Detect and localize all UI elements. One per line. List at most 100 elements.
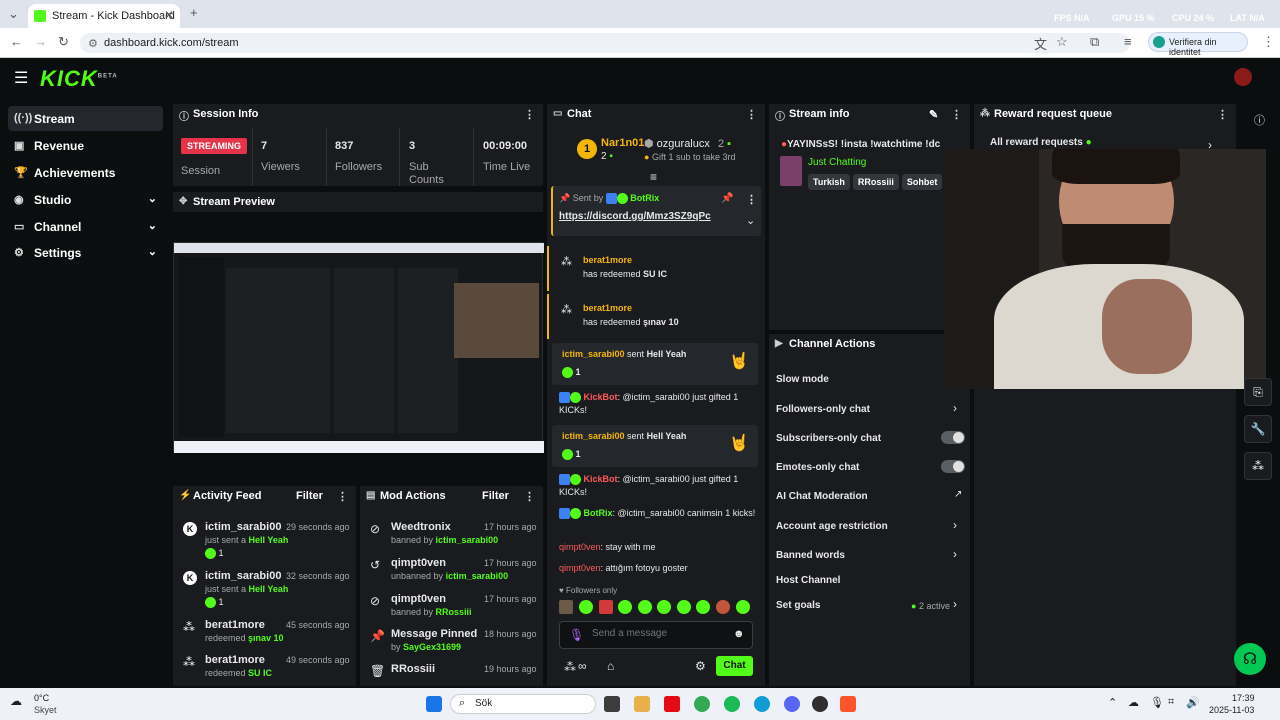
emote-icon[interactable] [677, 600, 691, 614]
account-age-option[interactable]: Account age restriction [776, 521, 888, 532]
reward-dots-icon[interactable]: ⁂ [564, 660, 576, 674]
slow-mode-option[interactable]: Slow mode [776, 374, 829, 385]
sidebar-item-achievements[interactable]: 🏆 Achievements [8, 160, 163, 185]
subscribers-only-toggle[interactable] [941, 431, 965, 444]
sidebar-item-channel[interactable]: ▭ Channel ⌄ [8, 214, 163, 239]
more-options-icon[interactable]: ⋮ [746, 193, 757, 206]
stream-preview-video[interactable] [173, 242, 544, 453]
user-avatar[interactable] [1234, 68, 1252, 86]
chat-username[interactable]: qimpt0ven [559, 563, 601, 573]
mod-action-who[interactable]: RRossiii [436, 607, 472, 617]
sidebar-item-stream[interactable]: ((·)) Stream [8, 106, 163, 131]
extensions-icon[interactable]: ⧉ [1090, 34, 1099, 50]
chevron-right-icon[interactable]: › [953, 401, 957, 415]
spotify-icon[interactable] [724, 696, 740, 712]
kicks-user[interactable]: ictim_sarabi00 [562, 349, 625, 359]
edit-pencil-icon[interactable]: ✎ [929, 108, 938, 121]
more-options-icon[interactable]: ⋮ [1217, 108, 1228, 121]
emote-icon[interactable] [599, 600, 613, 614]
chat-input-box[interactable]: 🎙 ☻ [559, 621, 753, 649]
taskbar-search[interactable]: ⌕ Sök [450, 694, 596, 714]
obs-icon[interactable] [812, 696, 828, 712]
discord-icon[interactable] [784, 696, 800, 712]
forward-icon[interactable]: → [34, 34, 47, 49]
more-options-icon[interactable]: ⋮ [524, 108, 535, 121]
chat-settings-gear-icon[interactable]: ⚙ [695, 659, 706, 673]
site-info-icon[interactable]: ⚙ [88, 37, 98, 50]
chevron-right-icon[interactable]: › [953, 518, 957, 532]
identity-pill[interactable]: Verifiera din identitet [1148, 32, 1248, 57]
chevron-right-icon[interactable]: › [953, 547, 957, 561]
activity-user[interactable]: berat1more [205, 654, 265, 666]
filter-button[interactable]: Filter [482, 490, 509, 502]
onedrive-icon[interactable]: ☁ [1128, 696, 1139, 709]
support-chat-button[interactable]: ☊ [1234, 643, 1266, 675]
chat-username[interactable]: KickBot [584, 474, 618, 484]
emotes-only-toggle[interactable] [941, 460, 965, 473]
task-view-icon[interactable] [604, 696, 620, 712]
info-icon[interactable]: ⓘ [1254, 112, 1265, 128]
emote-icon[interactable] [657, 600, 671, 614]
pinned-link[interactable]: https://discord.gg/Mmz3SZ9qPc [559, 211, 711, 222]
brave-icon[interactable] [840, 696, 856, 712]
address-bar[interactable]: ⚙ dashboard.kick.com/stream [80, 33, 1130, 53]
sidebar-item-revenue[interactable]: ▣ Revenue [8, 133, 163, 158]
tab-list-icon[interactable]: ⌄ [8, 6, 19, 22]
browser-tab[interactable]: Stream - Kick Dashboard ✕ [28, 4, 180, 28]
rail-button-rewards[interactable]: ⁂ [1244, 452, 1272, 480]
tray-chevron-up-icon[interactable]: ⌃ [1108, 696, 1117, 709]
activity-user[interactable]: ictim_sarabi00 [205, 570, 281, 582]
ai-moderation-option[interactable]: AI Chat Moderation [776, 491, 868, 502]
microphone-icon[interactable]: 🎙 [569, 628, 584, 642]
redeem-user[interactable]: berat1more [583, 303, 632, 313]
top-gifter-name[interactable]: Nar1n01 [601, 137, 644, 149]
emoji-icon[interactable]: ☻ [733, 628, 745, 640]
volume-icon[interactable]: 🔊 [1186, 696, 1200, 709]
set-goals-option[interactable]: Set goals [776, 600, 820, 611]
chat-filter-icon[interactable]: ≡ [650, 170, 657, 184]
hamburger-menu-icon[interactable]: ☰ [14, 68, 28, 88]
kick-logo[interactable]: KICKBETA [40, 66, 118, 92]
chat-username[interactable]: BotRix [584, 508, 613, 518]
mod-action-who[interactable]: SayGex31699 [403, 642, 461, 652]
weather-temp[interactable]: 0°C [34, 693, 49, 703]
infinity-icon[interactable]: ∞ [578, 659, 587, 673]
filter-button[interactable]: Filter [296, 490, 323, 502]
rail-button-link[interactable]: ⎘ [1244, 378, 1272, 406]
second-gifter-name[interactable]: ozguralucx [657, 138, 710, 150]
emote-icon[interactable] [579, 600, 593, 614]
close-tab-icon[interactable]: ✕ [164, 8, 174, 22]
back-icon[interactable]: ← [10, 34, 23, 49]
mic-tray-icon[interactable]: 🎙 [1150, 696, 1164, 709]
translate-icon[interactable]: 文 [1034, 34, 1047, 53]
bookmark-star-icon[interactable]: ☆ [1056, 34, 1068, 50]
chat-username[interactable]: KickBot [584, 392, 618, 402]
rail-button-tools[interactable]: 🔧 [1244, 415, 1272, 443]
network-icon[interactable]: ⌗ [1168, 696, 1174, 709]
emote-icon[interactable] [716, 600, 730, 614]
sidebar-item-studio[interactable]: ◉ Studio ⌄ [8, 187, 163, 212]
store-icon[interactable]: ⌂ [607, 659, 614, 673]
kicks-user[interactable]: ictim_sarabi00 [562, 431, 625, 441]
chrome-icon[interactable] [694, 696, 710, 712]
pinned-user[interactable]: BotRix [630, 193, 659, 203]
emote-icon[interactable] [736, 600, 750, 614]
activity-user[interactable]: berat1more [205, 619, 265, 631]
reading-list-icon[interactable]: ≡ [1124, 34, 1132, 49]
banned-words-option[interactable]: Banned words [776, 550, 845, 561]
category-name[interactable]: Just Chatting [808, 157, 866, 168]
unpin-icon[interactable]: 📌 [721, 193, 733, 204]
chevron-down-icon[interactable]: ⌄ [746, 214, 755, 227]
emote-icon[interactable] [559, 600, 573, 614]
more-options-icon[interactable]: ⋮ [524, 490, 535, 503]
chat-message-input[interactable] [592, 628, 722, 639]
new-tab-icon[interactable]: + [190, 5, 198, 20]
category-thumbnail[interactable] [780, 156, 802, 186]
followers-only-option[interactable]: Followers-only chat [776, 404, 870, 415]
more-options-icon[interactable]: ⋮ [951, 108, 962, 121]
emote-icon[interactable] [638, 600, 652, 614]
chevron-right-icon[interactable]: › [953, 597, 957, 611]
mod-action-who[interactable]: ictim_sarabi00 [436, 535, 499, 545]
activity-user[interactable]: ictim_sarabi00 [205, 521, 281, 533]
clock-date[interactable]: 2025-11-03 [1209, 705, 1254, 715]
